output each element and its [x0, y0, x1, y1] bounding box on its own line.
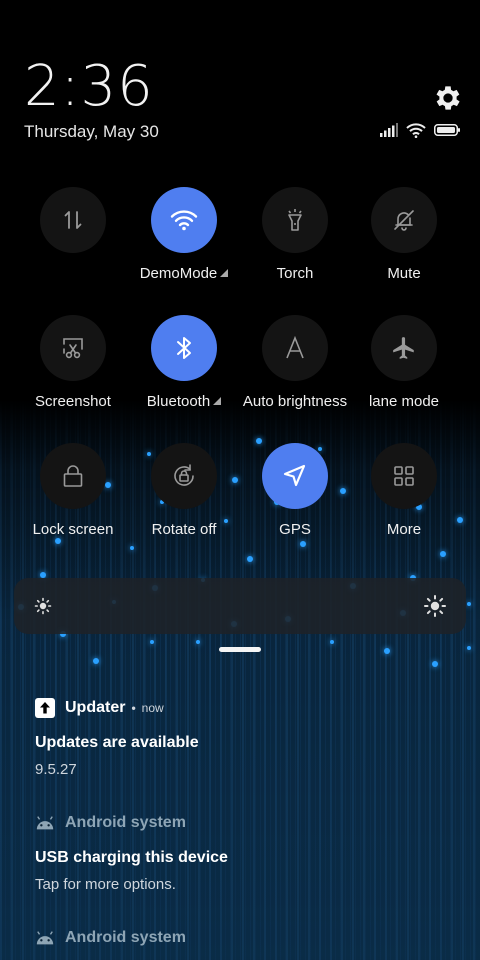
glow-dot [196, 640, 200, 644]
notification-header: Android system [35, 928, 455, 948]
toggle-screenshot[interactable]: Screenshot [18, 315, 128, 425]
bell-off-icon [392, 208, 416, 232]
android-icon [35, 928, 55, 948]
notification-text: Tap for more options. [35, 876, 176, 893]
glow-dot [467, 602, 471, 606]
notification-app-name: Android system [65, 929, 186, 946]
glow-dot [467, 646, 471, 650]
notification-time: now [141, 701, 164, 715]
toggle-label: lane mode [339, 393, 469, 410]
glow-dot [150, 640, 154, 644]
gear-icon [436, 86, 460, 110]
toggle-label-text: Mute [387, 265, 421, 282]
toggle-gps[interactable]: GPS [240, 443, 350, 553]
bluetooth-icon [175, 335, 193, 361]
wifi-icon [170, 209, 198, 231]
status-bar-icons [380, 121, 460, 139]
notification-updater[interactable]: Updater • now Updates are available 9.5.… [35, 698, 455, 778]
battery-icon [434, 124, 460, 136]
toggle-label-text: DemoMode [139, 265, 218, 282]
notification-app-name: Android system [65, 814, 186, 831]
toggle-button[interactable] [151, 187, 217, 253]
notification-usb[interactable]: Android system USB charging this device … [35, 813, 455, 893]
toggle-button[interactable] [40, 315, 106, 381]
toggle-auto-brightness[interactable]: Auto brightness [240, 315, 350, 425]
toggle-lock-screen[interactable]: Lock screen [18, 443, 128, 553]
notification-header: Updater • now [35, 698, 455, 718]
toggle-mute[interactable]: Mute [349, 187, 459, 297]
drag-handle[interactable] [219, 647, 261, 652]
glow-dot [247, 556, 253, 562]
toggle-button[interactable] [40, 443, 106, 509]
toggle-label-text: Lock screen [32, 521, 114, 538]
toggle-torch[interactable]: Torch [240, 187, 350, 297]
location-icon [282, 463, 308, 489]
expand-triangle-icon [220, 269, 229, 277]
toggle-button[interactable] [371, 187, 437, 253]
airplane-icon [391, 335, 417, 361]
toggle-lane-mode[interactable]: lane mode [349, 315, 459, 425]
glow-dot [384, 648, 390, 654]
grid-icon [392, 464, 416, 488]
toggle-button[interactable] [262, 443, 328, 509]
brightness-high-icon [424, 595, 446, 617]
toggle-bluetooth[interactable]: Bluetooth [129, 315, 239, 425]
glow-dot [330, 640, 334, 644]
signal-icon [380, 123, 398, 137]
notification-header: Android system [35, 813, 455, 833]
toggle-more[interactable]: More [349, 443, 459, 553]
toggle-button[interactable] [262, 187, 328, 253]
expand-triangle-icon [213, 397, 222, 405]
toggle-label-text: lane mode [368, 393, 440, 410]
flashlight-icon [284, 208, 306, 232]
toggle-label-text: Bluetooth [146, 393, 211, 410]
notification-title: USB charging this device [35, 849, 228, 866]
auto-brightness-icon [283, 336, 307, 360]
brightness-slider[interactable] [14, 578, 466, 634]
toggle-label-text: Screenshot [35, 393, 111, 410]
toggle-label-text: Auto brightness [242, 393, 348, 410]
clock[interactable]: 2:36 [24, 54, 154, 119]
toggle-label: More [339, 521, 469, 538]
brightness-low-icon [34, 597, 52, 615]
toggle-button[interactable] [40, 187, 106, 253]
toggle-button[interactable] [371, 315, 437, 381]
notification-android-system[interactable]: Android system [35, 928, 455, 948]
toggle-button[interactable] [151, 315, 217, 381]
toggle-data[interactable] [18, 187, 128, 297]
toggle-label-text: Torch [276, 265, 314, 282]
toggle-label-text: GPS [279, 521, 311, 538]
toggle-label-text: More [386, 521, 422, 538]
rotate-lock-icon [171, 463, 197, 489]
screenshot-icon [61, 336, 85, 360]
toggle-rotate-off[interactable]: Rotate off [129, 443, 239, 553]
toggle-label: Mute [339, 265, 469, 282]
data-transfer-icon [62, 209, 84, 231]
upload-arrow-icon [35, 698, 55, 718]
glow-dot [93, 658, 99, 664]
separator-dot: • [131, 701, 136, 715]
date[interactable]: Thursday, May 30 [24, 122, 159, 142]
toggle-button[interactable] [371, 443, 437, 509]
notification-title: Updates are available [35, 734, 199, 751]
toggle-button[interactable] [151, 443, 217, 509]
notification-app-name: Updater [65, 699, 126, 716]
toggle-button[interactable] [262, 315, 328, 381]
glow-dot [432, 661, 438, 667]
lock-icon [62, 464, 84, 488]
settings-button[interactable] [432, 82, 464, 114]
notification-text: 9.5.27 [35, 761, 77, 778]
toggle-label-text: Rotate off [151, 521, 217, 538]
toggle-demomode[interactable]: DemoMode [129, 187, 239, 297]
android-icon [35, 813, 55, 833]
wifi-icon [406, 122, 426, 138]
